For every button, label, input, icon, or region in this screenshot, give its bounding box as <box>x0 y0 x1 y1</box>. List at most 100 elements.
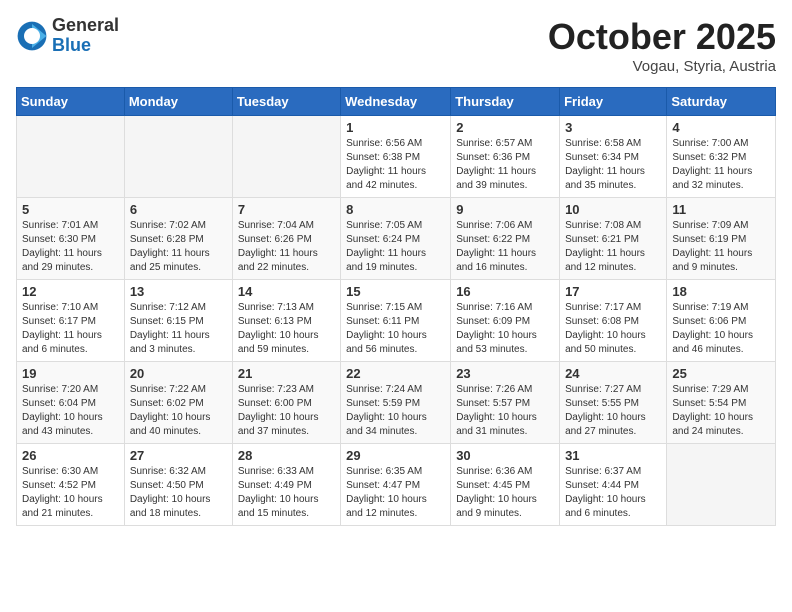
calendar-cell: 28 Sunrise: 6:33 AM Sunset: 4:49 PM Dayli… <box>232 444 340 526</box>
day-info: Sunrise: 7:16 AM Sunset: 6:09 PM Dayligh… <box>456 301 554 357</box>
calendar-header-friday: Friday <box>560 88 667 116</box>
calendar-header-tuesday: Tuesday <box>232 88 340 116</box>
day-number: 20 <box>130 366 227 381</box>
day-number: 6 <box>130 202 227 217</box>
calendar-cell: 31Sunrise: 6:37 AM Sunset: 4:44 PM Dayli… <box>560 444 667 526</box>
calendar-cell: 19Sunrise: 7:20 AM Sunset: 6:04 PM Dayli… <box>17 362 125 444</box>
day-number: 12 <box>22 284 119 299</box>
day-info: Sunrise: 7:15 AM Sunset: 6:11 PM Dayligh… <box>346 301 445 357</box>
calendar-cell: 22 Sunrise: 7:24 AM Sunset: 5:59 PM Dayli… <box>341 362 451 444</box>
calendar-header-thursday: Thursday <box>451 88 560 116</box>
day-info: Sunrise: 6:57 AM Sunset: 6:36 PM Dayligh… <box>456 137 554 193</box>
calendar-cell: 30 Sunrise: 6:36 AM Sunset: 4:45 PM Dayli… <box>451 444 560 526</box>
day-info: Sunrise: 7:12 AM Sunset: 6:15 PM Dayligh… <box>130 301 227 357</box>
calendar-cell: 17 Sunrise: 7:17 AM Sunset: 6:08 PM Dayli… <box>560 280 667 362</box>
day-number: 19 <box>22 366 119 381</box>
day-info: Sunrise: 6:36 AM Sunset: 4:45 PM Dayligh… <box>456 465 554 521</box>
calendar-cell: 8 Sunrise: 7:05 AM Sunset: 6:24 PM Daylig… <box>341 198 451 280</box>
calendar-cell: 23 Sunrise: 7:26 AM Sunset: 5:57 PM Dayli… <box>451 362 560 444</box>
day-number: 23 <box>456 366 554 381</box>
day-info: Sunrise: 7:02 AM Sunset: 6:28 PM Dayligh… <box>130 219 227 275</box>
day-number: 7 <box>238 202 335 217</box>
day-number: 18 <box>672 284 770 299</box>
calendar-cell: 9Sunrise: 7:06 AM Sunset: 6:22 PM Daylig… <box>451 198 560 280</box>
calendar-week-row: 5 Sunrise: 7:01 AM Sunset: 6:30 PM Daylig… <box>17 198 776 280</box>
calendar-cell: 6 Sunrise: 7:02 AM Sunset: 6:28 PM Daylig… <box>124 198 232 280</box>
day-number: 28 <box>238 448 335 463</box>
calendar-table: SundayMondayTuesdayWednesdayThursdayFrid… <box>16 87 776 526</box>
calendar-week-row: 1Sunrise: 6:56 AM Sunset: 6:38 PM Daylig… <box>17 116 776 198</box>
location-subtitle: Vogau, Styria, Austria <box>548 58 776 75</box>
calendar-cell: 16 Sunrise: 7:16 AM Sunset: 6:09 PM Dayli… <box>451 280 560 362</box>
day-number: 13 <box>130 284 227 299</box>
day-info: Sunrise: 6:56 AM Sunset: 6:38 PM Dayligh… <box>346 137 445 193</box>
day-info: Sunrise: 7:22 AM Sunset: 6:02 PM Dayligh… <box>130 383 227 439</box>
calendar-cell <box>17 116 125 198</box>
day-number: 3 <box>565 120 661 135</box>
day-info: Sunrise: 7:01 AM Sunset: 6:30 PM Dayligh… <box>22 219 119 275</box>
day-number: 8 <box>346 202 445 217</box>
calendar-cell: 25 Sunrise: 7:29 AM Sunset: 5:54 PM Dayli… <box>667 362 776 444</box>
day-number: 14 <box>238 284 335 299</box>
calendar-cell: 21 Sunrise: 7:23 AM Sunset: 6:00 PM Dayli… <box>232 362 340 444</box>
day-number: 2 <box>456 120 554 135</box>
day-info: Sunrise: 6:35 AM Sunset: 4:47 PM Dayligh… <box>346 465 445 521</box>
day-info: Sunrise: 6:32 AM Sunset: 4:50 PM Dayligh… <box>130 465 227 521</box>
day-info: Sunrise: 7:04 AM Sunset: 6:26 PM Dayligh… <box>238 219 335 275</box>
day-number: 30 <box>456 448 554 463</box>
day-number: 21 <box>238 366 335 381</box>
day-info: Sunrise: 7:23 AM Sunset: 6:00 PM Dayligh… <box>238 383 335 439</box>
day-number: 11 <box>672 202 770 217</box>
calendar-cell: 13 Sunrise: 7:12 AM Sunset: 6:15 PM Dayli… <box>124 280 232 362</box>
calendar-cell <box>667 444 776 526</box>
calendar-week-row: 12 Sunrise: 7:10 AM Sunset: 6:17 PM Dayli… <box>17 280 776 362</box>
day-number: 5 <box>22 202 119 217</box>
calendar-cell: 15 Sunrise: 7:15 AM Sunset: 6:11 PM Dayli… <box>341 280 451 362</box>
day-info: Sunrise: 7:06 AM Sunset: 6:22 PM Dayligh… <box>456 219 554 275</box>
day-info: Sunrise: 6:30 AM Sunset: 4:52 PM Dayligh… <box>22 465 119 521</box>
calendar-header-row: SundayMondayTuesdayWednesdayThursdayFrid… <box>17 88 776 116</box>
day-info: Sunrise: 7:29 AM Sunset: 5:54 PM Dayligh… <box>672 383 770 439</box>
page-header: General Blue October 2025 Vogau, Styria,… <box>16 16 776 75</box>
calendar-cell: 20 Sunrise: 7:22 AM Sunset: 6:02 PM Dayli… <box>124 362 232 444</box>
logo-general-text: General <box>52 16 119 36</box>
calendar-cell: 10 Sunrise: 7:08 AM Sunset: 6:21 PM Dayli… <box>560 198 667 280</box>
day-info: Sunrise: 6:33 AM Sunset: 4:49 PM Dayligh… <box>238 465 335 521</box>
calendar-header-monday: Monday <box>124 88 232 116</box>
calendar-cell: 5 Sunrise: 7:01 AM Sunset: 6:30 PM Daylig… <box>17 198 125 280</box>
calendar-cell <box>232 116 340 198</box>
calendar-cell <box>124 116 232 198</box>
logo-text: General Blue <box>52 16 119 56</box>
calendar-cell: 14 Sunrise: 7:13 AM Sunset: 6:13 PM Dayli… <box>232 280 340 362</box>
calendar-cell: 12 Sunrise: 7:10 AM Sunset: 6:17 PM Dayli… <box>17 280 125 362</box>
day-number: 10 <box>565 202 661 217</box>
calendar-header-saturday: Saturday <box>667 88 776 116</box>
day-info: Sunrise: 7:05 AM Sunset: 6:24 PM Dayligh… <box>346 219 445 275</box>
calendar-cell: 27Sunrise: 6:32 AM Sunset: 4:50 PM Dayli… <box>124 444 232 526</box>
day-info: Sunrise: 7:26 AM Sunset: 5:57 PM Dayligh… <box>456 383 554 439</box>
logo-icon <box>16 20 48 52</box>
day-number: 25 <box>672 366 770 381</box>
calendar-cell: 2 Sunrise: 6:57 AM Sunset: 6:36 PM Daylig… <box>451 116 560 198</box>
day-info: Sunrise: 7:08 AM Sunset: 6:21 PM Dayligh… <box>565 219 661 275</box>
day-info: Sunrise: 7:19 AM Sunset: 6:06 PM Dayligh… <box>672 301 770 357</box>
logo-blue-text: Blue <box>52 36 119 56</box>
calendar-week-row: 26Sunrise: 6:30 AM Sunset: 4:52 PM Dayli… <box>17 444 776 526</box>
calendar-cell: 24Sunrise: 7:27 AM Sunset: 5:55 PM Dayli… <box>560 362 667 444</box>
day-info: Sunrise: 7:13 AM Sunset: 6:13 PM Dayligh… <box>238 301 335 357</box>
day-info: Sunrise: 7:00 AM Sunset: 6:32 PM Dayligh… <box>672 137 770 193</box>
day-number: 16 <box>456 284 554 299</box>
day-info: Sunrise: 7:27 AM Sunset: 5:55 PM Dayligh… <box>565 383 661 439</box>
day-info: Sunrise: 7:17 AM Sunset: 6:08 PM Dayligh… <box>565 301 661 357</box>
day-info: Sunrise: 7:09 AM Sunset: 6:19 PM Dayligh… <box>672 219 770 275</box>
day-number: 17 <box>565 284 661 299</box>
day-number: 31 <box>565 448 661 463</box>
day-info: Sunrise: 7:24 AM Sunset: 5:59 PM Dayligh… <box>346 383 445 439</box>
day-number: 15 <box>346 284 445 299</box>
calendar-week-row: 19Sunrise: 7:20 AM Sunset: 6:04 PM Dayli… <box>17 362 776 444</box>
calendar-cell: 29 Sunrise: 6:35 AM Sunset: 4:47 PM Dayli… <box>341 444 451 526</box>
day-number: 22 <box>346 366 445 381</box>
day-number: 29 <box>346 448 445 463</box>
day-info: Sunrise: 7:10 AM Sunset: 6:17 PM Dayligh… <box>22 301 119 357</box>
calendar-cell: 26Sunrise: 6:30 AM Sunset: 4:52 PM Dayli… <box>17 444 125 526</box>
